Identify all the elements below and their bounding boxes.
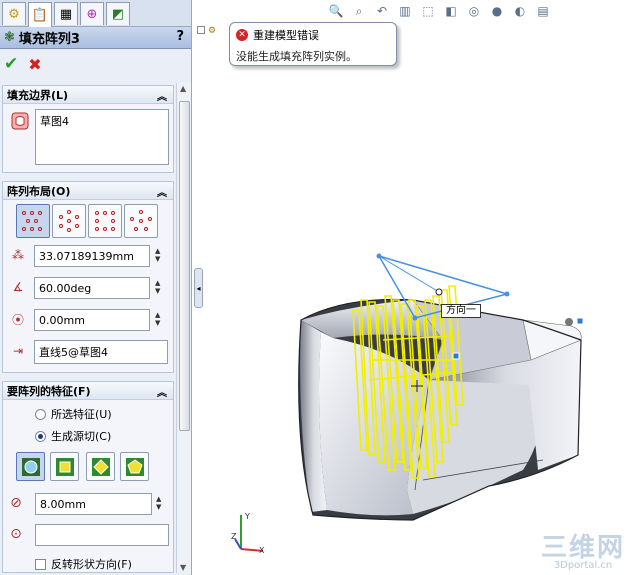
boundary-selection-list[interactable]: 草图4 (35, 109, 169, 165)
help-button[interactable]: ? (176, 29, 184, 44)
diameter-icon: ⊘ (10, 495, 22, 511)
angle-spinner[interactable]: ▲ ▼ (155, 279, 160, 295)
angle-icon: ∡ (12, 280, 24, 294)
fill-boundary-header[interactable]: 填充边界(L) ︽ (3, 86, 173, 104)
scroll-up-icon[interactable]: ▲ (180, 84, 186, 93)
diamond-seed-icon (91, 457, 110, 476)
diamond-seed-button[interactable] (86, 452, 115, 481)
angle-input[interactable] (34, 277, 150, 299)
fill-pattern-icon: ❃ (4, 30, 15, 45)
diameter-spinner[interactable]: ▲ ▼ (156, 495, 161, 511)
perforation-layout-icon (21, 209, 45, 233)
panel-scrollbar[interactable]: ▲ ▼ (176, 83, 191, 573)
circular-layout-icon (57, 209, 81, 233)
square-seed-icon (55, 457, 74, 476)
boundary-icon (9, 110, 31, 132)
graphics-area[interactable]: ◂ 🔍 ⌕ ↶ ▥ ⬚ ◧ ◎ ● ◐ ▤ ⚙ ✕ 重建模型错误 没能生成填充阵… (193, 0, 631, 575)
svg-text:Z: Z (231, 532, 237, 541)
margin-icon: ⦿ (11, 312, 24, 327)
features-to-pattern-header[interactable]: 要阵列的特征(F) ︽ (3, 382, 173, 400)
page-title: 填充阵列3 (18, 32, 80, 47)
ok-button[interactable]: ✔ (4, 54, 18, 74)
margin-input[interactable] (34, 309, 150, 331)
square-seed-button[interactable] (50, 452, 79, 481)
display-manager-tab[interactable]: ◩ (106, 2, 130, 25)
watermark-title: 三维网 (540, 533, 625, 563)
selected-features-radio[interactable]: 所选特征(U) (35, 406, 112, 422)
configuration-manager-tab[interactable]: ▦ (54, 2, 78, 25)
polygon-layout-button[interactable] (124, 204, 158, 238)
direction-icon: ⇥ (12, 344, 24, 358)
vertex-icon: ⊙ (10, 526, 22, 542)
display-manager-icon: ◩ (111, 6, 125, 22)
circular-layout-button[interactable] (52, 204, 86, 238)
fill-boundary-group: 填充边界(L) ︽ 草图4 (2, 85, 174, 173)
circle-seed-button[interactable] (16, 452, 45, 481)
features-to-pattern-group: 要阵列的特征(F) ︽ 所选特征(U) 生成源切(C) ⊘ ▲▼ ⊙ (2, 381, 174, 573)
collapse-icon[interactable]: ︽ (157, 384, 167, 399)
feature-manager-tab[interactable]: ⚙ (2, 2, 26, 25)
fill-boundary-title: 填充边界(L) (7, 88, 69, 102)
property-manager-icon: 📋 (31, 7, 49, 23)
pattern-layout-header[interactable]: 阵列布局(O) ︽ (3, 182, 173, 200)
features-to-pattern-title: 要阵列的特征(F) (7, 384, 91, 398)
site-watermark: 三维网 3Dportal.cn (541, 527, 625, 571)
direction-callout[interactable]: 方向一 (441, 304, 481, 318)
flip-shape-checkbox[interactable]: 反转形状方向(F) (35, 556, 132, 572)
diameter-input[interactable] (35, 493, 152, 515)
pm-title-bar: ❃ 填充阵列3 ? (0, 27, 191, 49)
ok-cancel-row: ✔ ✖ (0, 52, 191, 76)
perforation-layout-button[interactable] (16, 204, 50, 238)
square-layout-icon (93, 209, 117, 233)
svg-text:Y: Y (244, 512, 250, 521)
configuration-manager-icon: ▦ (59, 6, 73, 22)
vertex-selection-box[interactable] (35, 524, 169, 546)
create-seed-cut-radio[interactable]: 生成源切(C) (35, 428, 111, 444)
margin-spinner[interactable]: ▲ ▼ (155, 311, 160, 327)
polygon-seed-button[interactable] (120, 452, 149, 481)
scroll-down-icon[interactable]: ▼ (180, 563, 186, 572)
pattern-layout-group: 阵列布局(O) ︽ ⁂ 33.07189139mm ▲ ▼ ∡ 60.00deg… (2, 181, 174, 373)
checkbox-box (35, 558, 46, 570)
spacing-spinner[interactable]: ▲ ▼ (155, 247, 160, 263)
dimxpert-tab[interactable]: ⊕ (80, 2, 104, 25)
scroll-thumb[interactable] (179, 101, 190, 431)
create-seed-cut-label: 生成源切(C) (51, 430, 112, 443)
polygon-layout-icon (129, 209, 153, 233)
model-view (298, 253, 584, 521)
collapse-icon[interactable]: ︽ (157, 88, 167, 103)
selected-features-label: 所选特征(U) (51, 408, 112, 421)
list-item[interactable]: 草图4 (40, 113, 164, 129)
radio-circle (35, 430, 46, 442)
polygon-seed-icon (125, 457, 144, 476)
spacing-input[interactable] (34, 245, 150, 267)
spacing-icon: ⁂ (12, 248, 24, 262)
square-layout-button[interactable] (88, 204, 122, 238)
svg-text:X: X (259, 546, 265, 555)
dimxpert-icon: ⊕ (86, 6, 98, 22)
radio-circle (35, 408, 46, 420)
feature-manager-icon: ⚙ (8, 6, 20, 22)
flip-shape-label: 反转形状方向(F) (51, 558, 132, 571)
collapse-icon[interactable]: ︽ (157, 184, 167, 199)
direction-selection-box[interactable]: 直线5@草图4 (34, 340, 168, 364)
property-manager-panel: ⚙ 📋 ▦ ⊕ ◩ ❃ 填充阵列3 ? ✔ ✖ 填充边界(L) ︽ 草图4 阵列… (0, 0, 192, 575)
pattern-layout-title: 阵列布局(O) (7, 184, 71, 198)
circle-seed-icon (21, 457, 40, 476)
cancel-button[interactable]: ✖ (28, 55, 41, 74)
triad-axes: Y X Z (231, 512, 265, 555)
manager-tabs: ⚙ 📋 ▦ ⊕ ◩ (0, 0, 191, 27)
property-manager-tab[interactable]: 📋 (28, 2, 52, 27)
